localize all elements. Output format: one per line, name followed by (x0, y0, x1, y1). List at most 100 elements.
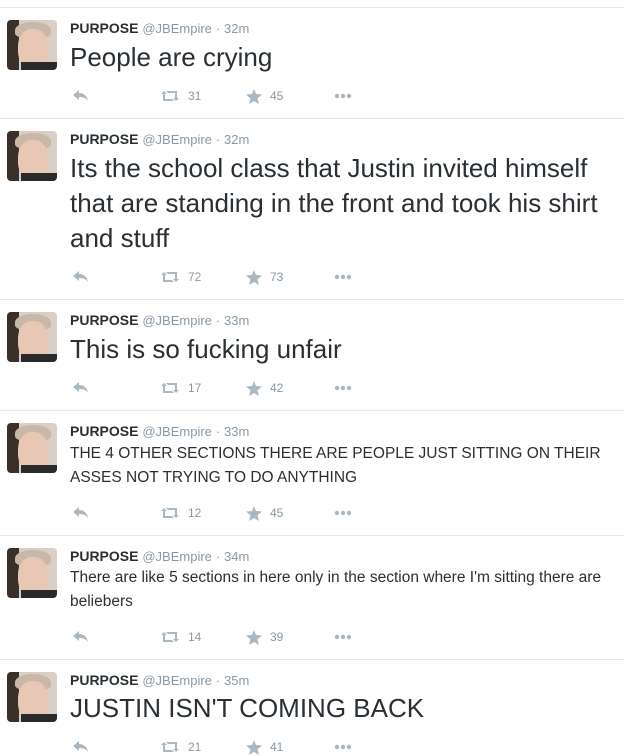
timestamp[interactable]: 35m (224, 673, 249, 688)
reply-icon (72, 89, 90, 103)
tweet[interactable]: PURPOSE @JBEmpire · 34m There are like 5… (0, 536, 624, 660)
reply-button[interactable] (72, 629, 90, 645)
retweet-icon (160, 381, 180, 395)
star-icon (246, 505, 262, 521)
timestamp[interactable]: 32m (224, 21, 249, 36)
retweet-count: 21 (188, 740, 202, 754)
retweet-count: 31 (188, 89, 202, 103)
tweet-actions: 72 73 (70, 269, 390, 285)
more-dots-icon (334, 744, 352, 750)
tweet-text: There are like 5 sections in here only i… (70, 569, 602, 610)
avatar[interactable] (7, 131, 57, 181)
tweet[interactable]: PURPOSE @JBEmpire · 33m THE 4 OTHER SECT… (0, 411, 624, 536)
retweet-button[interactable]: 17 (160, 380, 201, 396)
reply-button[interactable] (72, 88, 90, 104)
timestamp[interactable]: 32m (224, 132, 249, 147)
retweet-button[interactable]: 12 (160, 505, 201, 521)
separator: · (215, 313, 221, 328)
display-name[interactable]: PURPOSE (70, 131, 138, 147)
display-name[interactable]: PURPOSE (70, 423, 138, 439)
reply-button[interactable] (72, 505, 90, 521)
more-button[interactable] (334, 739, 352, 755)
favorite-count: 41 (270, 740, 284, 754)
retweet-count: 14 (188, 630, 202, 644)
favorite-count: 73 (270, 270, 284, 284)
tweet-text: This is so fucking unfair (70, 334, 342, 364)
username[interactable]: @JBEmpire (142, 132, 212, 147)
tweet-actions: 14 39 (70, 629, 390, 645)
retweet-icon (160, 89, 180, 103)
retweet-button[interactable]: 21 (160, 739, 201, 755)
tweet-text: THE 4 OTHER SECTIONS THERE ARE PEOPLE JU… (70, 445, 601, 486)
tweet[interactable]: PURPOSE @JBEmpire · 33m This is so fucki… (0, 300, 624, 411)
more-dots-icon (334, 93, 352, 99)
display-name[interactable]: PURPOSE (70, 672, 138, 688)
more-button[interactable] (334, 629, 352, 645)
timestamp[interactable]: 33m (224, 424, 249, 439)
tweet[interactable]: PURPOSE @JBEmpire · 32m Its the school c… (0, 119, 624, 300)
reply-button[interactable] (72, 269, 90, 285)
tweet-actions: 12 45 (70, 505, 390, 521)
favorite-button[interactable]: 39 (246, 629, 283, 645)
retweet-count: 72 (188, 270, 202, 284)
favorite-button[interactable]: 45 (246, 88, 283, 104)
timestamp[interactable]: 33m (224, 313, 249, 328)
display-name[interactable]: PURPOSE (70, 20, 138, 36)
retweet-button[interactable]: 14 (160, 629, 201, 645)
avatar[interactable] (7, 548, 57, 598)
reply-icon (72, 381, 90, 395)
more-button[interactable] (334, 88, 352, 104)
tweet[interactable]: PURPOSE @JBEmpire · 32m People are cryin… (0, 8, 624, 119)
tweet-header: PURPOSE @JBEmpire · 33m (70, 423, 249, 439)
avatar[interactable] (7, 312, 57, 362)
username[interactable]: @JBEmpire (142, 673, 212, 688)
display-name[interactable]: PURPOSE (70, 312, 138, 328)
retweet-button[interactable]: 31 (160, 88, 201, 104)
retweet-button[interactable]: 72 (160, 269, 201, 285)
retweet-icon (160, 740, 180, 754)
star-icon (246, 269, 262, 285)
reply-icon (72, 506, 90, 520)
reply-button[interactable] (72, 739, 90, 755)
retweet-count: 17 (188, 381, 202, 395)
favorite-button[interactable]: 41 (246, 739, 283, 755)
favorite-button[interactable]: 73 (246, 269, 283, 285)
retweet-icon (160, 270, 180, 284)
username[interactable]: @JBEmpire (142, 313, 212, 328)
avatar[interactable] (7, 20, 57, 70)
retweet-icon (160, 506, 180, 520)
separator: · (215, 424, 221, 439)
timestamp[interactable]: 34m (224, 549, 249, 564)
display-name[interactable]: PURPOSE (70, 548, 138, 564)
more-dots-icon (334, 510, 352, 516)
avatar[interactable] (7, 672, 57, 722)
username[interactable]: @JBEmpire (142, 21, 212, 36)
more-button[interactable] (334, 269, 352, 285)
tweet-text: JUSTIN ISN'T COMING BACK (70, 693, 425, 723)
tweet-header: PURPOSE @JBEmpire · 34m (70, 548, 249, 564)
more-dots-icon (334, 634, 352, 640)
separator: · (215, 132, 221, 147)
tweet[interactable]: PURPOSE @JBEmpire · 35m JUSTIN ISN'T COM… (0, 660, 624, 756)
username[interactable]: @JBEmpire (142, 424, 212, 439)
reply-icon (72, 740, 90, 754)
favorite-button[interactable]: 42 (246, 380, 283, 396)
star-icon (246, 739, 262, 755)
tweet-header: PURPOSE @JBEmpire · 33m (70, 312, 249, 328)
reply-icon (72, 270, 90, 284)
retweet-count: 12 (188, 506, 202, 520)
timeline-top-border (0, 0, 624, 8)
retweet-icon (160, 630, 180, 644)
reply-button[interactable] (72, 380, 90, 396)
favorite-count: 42 (270, 381, 284, 395)
avatar[interactable] (7, 423, 57, 473)
tweet-header: PURPOSE @JBEmpire · 32m (70, 20, 249, 36)
more-button[interactable] (334, 505, 352, 521)
username[interactable]: @JBEmpire (142, 549, 212, 564)
favorite-count: 39 (270, 630, 284, 644)
more-button[interactable] (334, 380, 352, 396)
tweet-text: Its the school class that Justin invited… (70, 153, 598, 253)
favorite-button[interactable]: 45 (246, 505, 283, 521)
star-icon (246, 88, 262, 104)
separator: · (215, 21, 221, 36)
